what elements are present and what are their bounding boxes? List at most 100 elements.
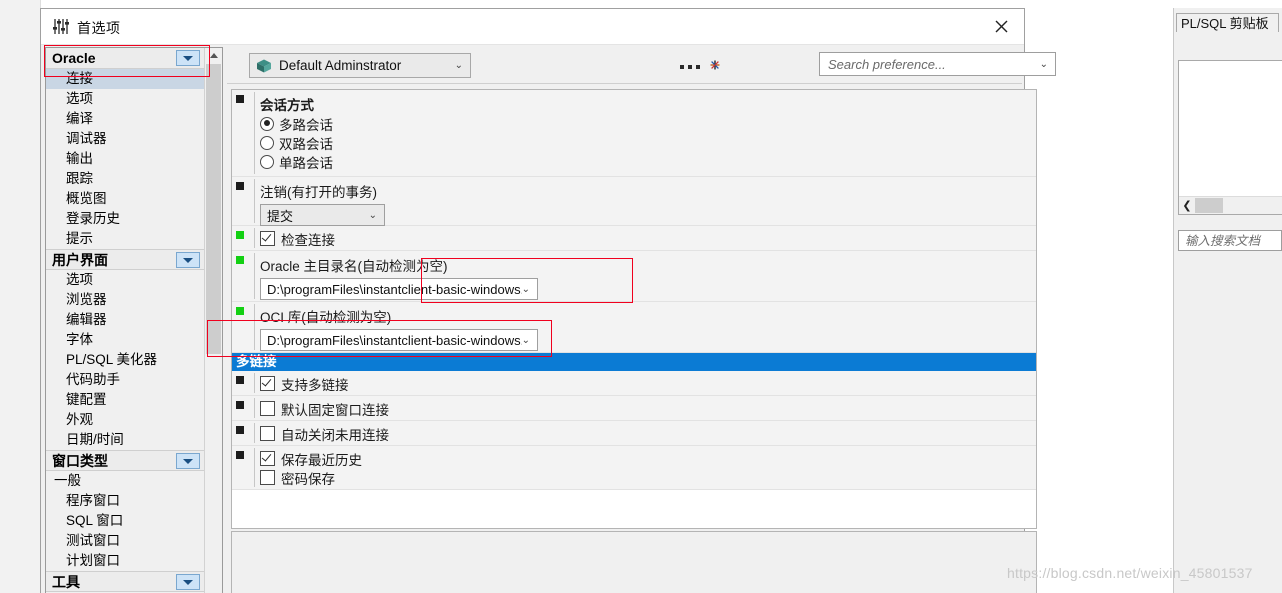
- sidebar-item[interactable]: 选项: [46, 89, 204, 109]
- chevron-down-icon[interactable]: [176, 574, 200, 590]
- setting-rule: [254, 92, 255, 174]
- checkbox-icon[interactable]: [260, 470, 275, 485]
- sidebar-item[interactable]: 提示: [46, 229, 204, 249]
- checkbox-option[interactable]: 检查连接: [260, 229, 1036, 248]
- setting-rule: [254, 179, 255, 223]
- setting-oracle-home: Oracle 主目录名(自动检测为空) D:\programFiles\inst…: [232, 251, 1036, 302]
- settings-list: 会话方式 多路会话 双路会话 单路会话 注销(有打开的事务) 提交 ⌄ 检查连接…: [231, 89, 1037, 529]
- search-input[interactable]: [826, 55, 1040, 73]
- setting-session-mode: 会话方式 多路会话 双路会话 单路会话: [232, 90, 1036, 177]
- clipboard-hscrollbar[interactable]: ❮: [1179, 196, 1282, 214]
- setting-rule: [254, 448, 255, 487]
- chevron-down-icon[interactable]: [176, 50, 200, 66]
- profile-select[interactable]: Default Adminstrator ⌄: [249, 53, 471, 78]
- clipboard-list[interactable]: ❮: [1178, 60, 1282, 215]
- settings-empty-area: [231, 531, 1037, 593]
- desktop-backdrop: [0, 0, 41, 593]
- tree-group-label: 窗口类型: [52, 453, 108, 469]
- asterisk-icon[interactable]: [710, 58, 720, 70]
- sidebar-item[interactable]: 一般: [46, 471, 204, 491]
- sidebar-item[interactable]: 测试窗口: [46, 531, 204, 551]
- checkbox-option[interactable]: 自动关闭未用连接: [260, 424, 1036, 443]
- radio-icon[interactable]: [260, 116, 274, 131]
- close-icon: [995, 20, 1007, 32]
- chevron-down-icon[interactable]: [176, 252, 200, 268]
- tree-group-label: 用户界面: [52, 252, 108, 268]
- setting-marker: [236, 426, 244, 434]
- tree-content: Oracle 连接 选项 编译 调试器 输出 跟踪 概览图 登录历史 提示 用户界面 选项 浏览器 编辑器…: [46, 48, 204, 593]
- checkbox-label: 支持多链接: [281, 377, 349, 393]
- setting-rule: [254, 423, 255, 443]
- setting-marker: [236, 401, 244, 409]
- checkbox-icon[interactable]: [260, 426, 275, 441]
- clipboard-tab[interactable]: PL/SQL 剪贴板: [1176, 13, 1279, 32]
- sidebar-item[interactable]: PL/SQL 美化器: [46, 350, 204, 370]
- sidebar-item[interactable]: 键配置: [46, 390, 204, 410]
- setting-rule: [254, 398, 255, 418]
- clipboard-scroll-thumb[interactable]: [1195, 198, 1223, 213]
- checkbox-icon[interactable]: [260, 376, 275, 391]
- scroll-thumb[interactable]: [206, 64, 221, 354]
- radio-option[interactable]: 双路会话: [260, 133, 1036, 152]
- close-button[interactable]: [978, 9, 1024, 43]
- tree-scrollbar[interactable]: [204, 48, 222, 593]
- setting-history: 保存最近历史 密码保存: [232, 446, 1036, 490]
- sidebar-item[interactable]: 连接: [46, 69, 204, 89]
- radio-label: 双路会话: [279, 136, 333, 152]
- sidebar-item[interactable]: 日期/时间: [46, 430, 204, 450]
- oci-library-title: OCI 库(自动检测为空): [260, 310, 392, 325]
- preferences-tree: Oracle 连接 选项 编译 调试器 输出 跟踪 概览图 登录历史 提示 用户界面 选项 浏览器 编辑器…: [45, 47, 223, 593]
- checkbox-icon[interactable]: [260, 451, 275, 466]
- radio-option[interactable]: 多路会话: [260, 114, 1036, 133]
- radio-option[interactable]: 单路会话: [260, 152, 1036, 171]
- sidebar-item[interactable]: 浏览器: [46, 290, 204, 310]
- tree-group-1[interactable]: 用户界面: [46, 249, 204, 270]
- sidebar-item[interactable]: 选项: [46, 270, 204, 290]
- clipboard-search-input[interactable]: [1183, 232, 1281, 249]
- sidebar-item[interactable]: 输出: [46, 149, 204, 169]
- search-preference-box[interactable]: ⌄: [819, 52, 1056, 76]
- tree-group-2[interactable]: 窗口类型: [46, 450, 204, 471]
- radio-icon[interactable]: [260, 135, 274, 150]
- tree-group-3[interactable]: 工具: [46, 571, 204, 592]
- tree-group-label: Oracle: [52, 50, 96, 66]
- more-options-button[interactable]: [680, 65, 700, 69]
- checkbox-label: 密码保存: [281, 471, 335, 487]
- sidebar-item[interactable]: 编辑器: [46, 310, 204, 330]
- sidebar-item[interactable]: 程序窗口: [46, 491, 204, 511]
- sidebar-item[interactable]: 登录历史: [46, 209, 204, 229]
- scroll-up-icon[interactable]: [205, 48, 222, 63]
- chevron-down-icon[interactable]: ⌄: [1040, 59, 1048, 70]
- tree-group-0[interactable]: Oracle: [46, 48, 204, 69]
- checkbox-icon[interactable]: [260, 231, 275, 246]
- chevron-down-icon: ⌄: [454, 60, 463, 71]
- sidebar-item[interactable]: 外观: [46, 410, 204, 430]
- sidebar-item[interactable]: 字体: [46, 330, 204, 350]
- logoff-title: 注销(有打开的事务): [260, 185, 377, 200]
- logoff-select[interactable]: 提交 ⌄: [260, 204, 385, 226]
- chevron-left-icon[interactable]: ❮: [1181, 199, 1193, 212]
- chevron-down-icon[interactable]: [176, 453, 200, 469]
- session-mode-title: 会话方式: [260, 98, 314, 113]
- clipboard-search-box[interactable]: [1178, 230, 1282, 251]
- checkbox-option[interactable]: 保存最近历史: [260, 449, 1036, 468]
- sidebar-item[interactable]: 计划窗口: [46, 551, 204, 571]
- content-toolbar: Default Adminstrator ⌄ ⌄: [227, 47, 1056, 84]
- checkbox-option[interactable]: 密码保存: [260, 468, 1036, 487]
- radio-icon[interactable]: [260, 154, 274, 169]
- sidebar-item[interactable]: SQL 窗口: [46, 511, 204, 531]
- sidebar-item[interactable]: 编译: [46, 109, 204, 129]
- checkbox-option[interactable]: 支持多链接: [260, 374, 1036, 393]
- oci-library-select[interactable]: D:\programFiles\instantclient-basic-wind…: [260, 329, 538, 351]
- checkbox-label: 保存最近历史: [281, 452, 362, 468]
- preferences-content: Default Adminstrator ⌄ ⌄: [227, 47, 1056, 593]
- sidebar-item[interactable]: 调试器: [46, 129, 204, 149]
- sidebar-item[interactable]: 跟踪: [46, 169, 204, 189]
- sidebar-item[interactable]: 代码助手: [46, 370, 204, 390]
- checkbox-icon[interactable]: [260, 401, 275, 416]
- checkbox-option[interactable]: 默认固定窗口连接: [260, 399, 1036, 418]
- oracle-home-select[interactable]: D:\programFiles\instantclient-basic-wind…: [260, 278, 538, 300]
- setting-marker-modified: [236, 307, 244, 315]
- sidebar-item[interactable]: 概览图: [46, 189, 204, 209]
- clipboard-panel: PL/SQL 剪贴板 ❮: [1173, 8, 1282, 593]
